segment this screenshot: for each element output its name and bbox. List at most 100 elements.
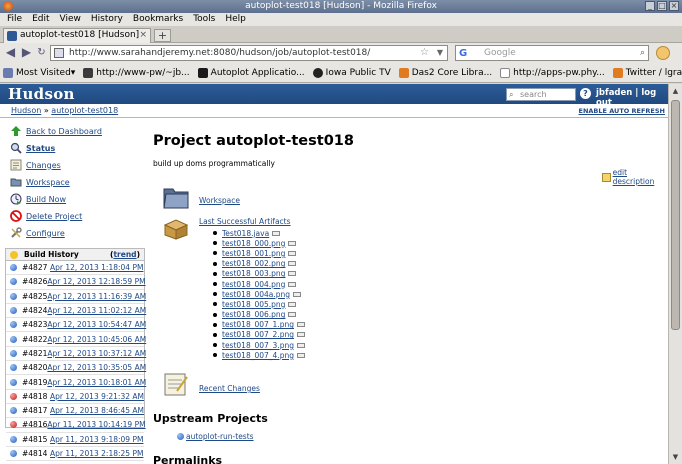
fingerprint-icon[interactable] [296, 352, 305, 358]
help-icon[interactable]: ? [580, 88, 591, 99]
fingerprint-icon[interactable] [288, 240, 297, 246]
fingerprint-icon[interactable] [288, 312, 297, 318]
wrench-icon [11, 227, 22, 238]
artifact-link[interactable]: test018_007_3.png [222, 341, 294, 350]
build-date-link[interactable]: Apr 12, 2013 10:54:47 AM [47, 320, 146, 329]
artifact-link[interactable]: test018_007_1.png [222, 320, 294, 329]
bookmark-most-visited[interactable]: Most Visited▾ [0, 67, 78, 78]
menu-history[interactable]: History [86, 13, 128, 26]
forward-arrow-icon[interactable]: ▶ [19, 45, 34, 60]
edit-description-link[interactable]: edit description [602, 168, 668, 186]
workspace-link[interactable]: Workspace [199, 196, 240, 205]
bookmark-das2[interactable]: Das2 Core Libra... [396, 67, 495, 78]
artifact-link[interactable]: test018_005.png [222, 300, 285, 309]
url-bar[interactable]: http://www.sarahandjeremy.net:8080/hudso… [50, 45, 448, 61]
tab-autoplot[interactable]: autoplot-test018 [Hudson] × [3, 28, 151, 43]
scroll-down-icon[interactable]: ▼ [670, 451, 681, 463]
fingerprint-icon[interactable] [296, 332, 305, 338]
search-go-icon[interactable]: ⌕ [640, 46, 645, 60]
fingerprint-icon[interactable] [296, 342, 305, 348]
artifact-link[interactable]: test018_000.png [222, 239, 285, 248]
search-bar[interactable]: G Google ⌕ [455, 45, 649, 61]
build-date-link[interactable]: Apr 12, 2013 1:18:04 PM [50, 263, 143, 272]
recent-changes-link[interactable]: Recent Changes [199, 384, 260, 393]
search-engine-icon[interactable]: G [459, 47, 467, 61]
scroll-thumb[interactable] [671, 100, 680, 330]
artifact-link[interactable]: test018_004.png [222, 280, 285, 289]
trend-link[interactable]: trend [113, 250, 136, 259]
fingerprint-icon[interactable] [288, 250, 297, 256]
site-identity-icon[interactable] [54, 48, 64, 58]
fingerprint-icon[interactable] [288, 271, 297, 277]
reload-icon[interactable]: ↻ [34, 45, 49, 60]
hudson-search-input[interactable]: ⌕ search [506, 88, 576, 101]
breadcrumb-hudson[interactable]: Hudson [11, 106, 41, 115]
url-dropdown-icon[interactable]: ▼ [437, 46, 443, 60]
bookmark-star-icon[interactable]: ☆ [420, 46, 429, 60]
artifact-link[interactable]: test018_007_2.png [222, 330, 294, 339]
close-button[interactable]: × [669, 1, 679, 11]
enable-auto-refresh-link[interactable]: ENABLE AUTO REFRESH [579, 104, 666, 118]
scroll-up-icon[interactable]: ▲ [670, 85, 681, 97]
sidebar-item-delete-project[interactable]: Delete Project [10, 208, 82, 224]
menu-help[interactable]: Help [220, 13, 251, 26]
bookmark-apps-pw[interactable]: http://apps-pw.phy... [497, 67, 608, 78]
fingerprint-icon[interactable] [288, 261, 297, 267]
maximize-button[interactable]: □ [657, 1, 667, 11]
upstream-project-item[interactable]: autoplot-run-tests [177, 432, 254, 441]
last-successful-artifacts-link[interactable]: Last Successful Artifacts [199, 217, 291, 226]
sidebar-item-configure[interactable]: Configure [10, 225, 65, 241]
page-scrollbar[interactable]: ▲ ▼ [668, 84, 682, 464]
tab-close-icon[interactable]: × [139, 29, 147, 42]
build-status-ball-icon [10, 264, 17, 272]
build-date-link[interactable]: Apr 12, 2013 10:35:05 AM [47, 363, 146, 372]
artifact-link[interactable]: test018_007_4.png [222, 351, 294, 360]
menu-file[interactable]: File [2, 13, 27, 26]
fingerprint-icon[interactable] [272, 230, 281, 236]
new-tab-button[interactable]: + [154, 29, 171, 42]
build-date-link[interactable]: Apr 12, 2013 10:37:12 AM [47, 349, 146, 358]
bookmark-twitter[interactable]: Twitter / lgranroth [610, 67, 682, 78]
fingerprint-icon[interactable] [293, 291, 302, 297]
artifact-link[interactable]: test018_006.png [222, 310, 285, 319]
build-date-link[interactable]: Apr 11, 2013 2:18:25 PM [50, 449, 143, 458]
artifact-link[interactable]: test018_002.png [222, 259, 285, 268]
menu-bookmarks[interactable]: Bookmarks [128, 13, 188, 26]
menu-tools[interactable]: Tools [188, 13, 220, 26]
build-number: #4819 [22, 377, 48, 387]
menu-edit[interactable]: Edit [27, 13, 54, 26]
recent-changes-notepad-icon [164, 373, 188, 396]
sidebar-item-changes[interactable]: Changes [10, 157, 61, 173]
hudson-logo[interactable]: Hudson [8, 85, 75, 103]
artifact-link[interactable]: test018_003.png [222, 269, 285, 278]
build-history-panel: Build History (trend) #4827 Apr 12, 2013 … [5, 248, 146, 462]
build-date-link[interactable]: Apr 12, 2013 8:46:45 AM [50, 406, 144, 415]
build-date-link[interactable]: Apr 11, 2013 9:18:09 PM [50, 435, 143, 444]
upstream-project-link[interactable]: autoplot-run-tests [186, 432, 254, 441]
sidebar-item-build-now[interactable]: Build Now [10, 191, 66, 207]
artifact-link[interactable]: test018_001.png [222, 249, 285, 258]
build-date-link[interactable]: Apr 11, 2013 10:14:19 PM [47, 420, 145, 429]
build-date-link[interactable]: Apr 12, 2013 10:45:06 AM [47, 335, 146, 344]
sidebar-item-back-to-dashboard[interactable]: Back to Dashboard [10, 123, 102, 139]
addon-smiley-icon[interactable] [656, 46, 670, 60]
menu-view[interactable]: View [55, 13, 86, 26]
build-date-link[interactable]: Apr 12, 2013 9:21:32 AM [50, 392, 144, 401]
fingerprint-icon[interactable] [288, 301, 297, 307]
fingerprint-icon[interactable] [288, 281, 297, 287]
back-arrow-icon[interactable]: ◀ [3, 45, 18, 60]
breadcrumb-project[interactable]: autoplot-test018 [51, 106, 118, 115]
build-date-link[interactable]: Apr 12, 2013 11:16:39 AM [47, 292, 146, 301]
build-date-link[interactable]: Apr 12, 2013 11:02:12 AM [47, 306, 146, 315]
sidebar-item-status[interactable]: Status [10, 140, 55, 156]
minimize-button[interactable]: _ [645, 1, 655, 11]
artifact-link[interactable]: Test018.java [222, 229, 269, 238]
fingerprint-icon[interactable] [296, 322, 305, 328]
bookmark-www-pw[interactable]: http://www-pw/~jb... [80, 67, 192, 78]
artifact-link[interactable]: test018_004a.png [222, 290, 290, 299]
build-date-link[interactable]: Apr 12, 2013 12:18:59 PM [47, 277, 145, 286]
sidebar-item-workspace[interactable]: Workspace [10, 174, 70, 190]
bookmark-autoplot[interactable]: Autoplot Applicatio... [195, 67, 308, 78]
build-date-link[interactable]: Apr 12, 2013 10:18:01 AM [47, 378, 146, 387]
bookmark-iowa-public-tv[interactable]: Iowa Public TV [310, 67, 394, 78]
